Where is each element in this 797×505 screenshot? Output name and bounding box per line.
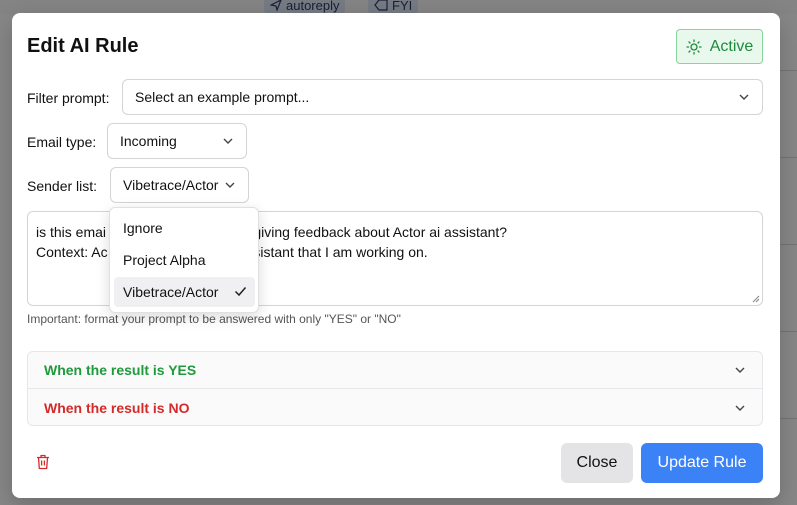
edit-rule-dialog: Edit AI Rule Active Filter prompt: Selec…: [12, 13, 780, 498]
sender-list-label: Sender list:: [27, 178, 98, 194]
close-button[interactable]: Close: [561, 443, 633, 483]
no-result-label: When the result is NO: [44, 399, 190, 416]
check-icon: [234, 287, 247, 297]
option-label: Ignore: [123, 220, 163, 236]
prompt-line-2-end: assistant that I am working on.: [238, 244, 428, 260]
sun-icon: [686, 38, 702, 55]
trash-icon[interactable]: [36, 454, 50, 470]
filter-prompt-label: Filter prompt:: [27, 90, 110, 106]
resize-handle-icon[interactable]: [750, 293, 760, 303]
dialog-title: Edit AI Rule: [27, 35, 139, 57]
chevron-down-icon: [223, 138, 233, 144]
sender-option-project-alpha[interactable]: Project Alpha: [114, 245, 255, 275]
chevron-down-icon: [739, 94, 749, 100]
active-toggle-button[interactable]: Active: [676, 29, 763, 64]
chevron-down-icon: [735, 405, 745, 411]
yes-result-section[interactable]: When the result is YES: [28, 352, 762, 389]
sender-option-vibetrace-actor[interactable]: Vibetrace/Actor: [114, 277, 255, 307]
no-result-section[interactable]: When the result is NO: [28, 389, 762, 426]
option-label: Vibetrace/Actor: [123, 284, 219, 300]
update-rule-button[interactable]: Update Rule: [641, 443, 763, 483]
result-actions-accordion: When the result is YES When the result i…: [27, 351, 763, 426]
sender-option-ignore[interactable]: Ignore: [114, 213, 255, 243]
prompt-line-2-start: Context: Ac: [36, 244, 108, 260]
chevron-down-icon: [735, 367, 745, 373]
email-type-label: Email type:: [27, 134, 97, 150]
email-type-select[interactable]: Incoming: [107, 123, 247, 159]
option-label: Project Alpha: [123, 252, 206, 268]
prompt-line-1-start: is this emai: [36, 224, 107, 240]
email-type-value: Incoming: [120, 133, 177, 149]
chevron-down-icon: [225, 182, 235, 188]
sender-list-value: Vibetrace/Actor: [123, 177, 219, 193]
filter-prompt-select[interactable]: Select an example prompt...: [122, 79, 763, 115]
sender-list-dropdown: Ignore Project Alpha Vibetrace/Actor: [109, 207, 259, 313]
prompt-hint: Important: format your prompt to be answ…: [27, 312, 401, 326]
filter-prompt-value: Select an example prompt...: [135, 89, 310, 105]
status-label: Active: [709, 37, 754, 55]
sender-list-select[interactable]: Vibetrace/Actor: [110, 167, 249, 203]
yes-result-label: When the result is YES: [44, 362, 197, 378]
prompt-line-1-end: or giving feedback about Actor ai assist…: [237, 224, 508, 240]
